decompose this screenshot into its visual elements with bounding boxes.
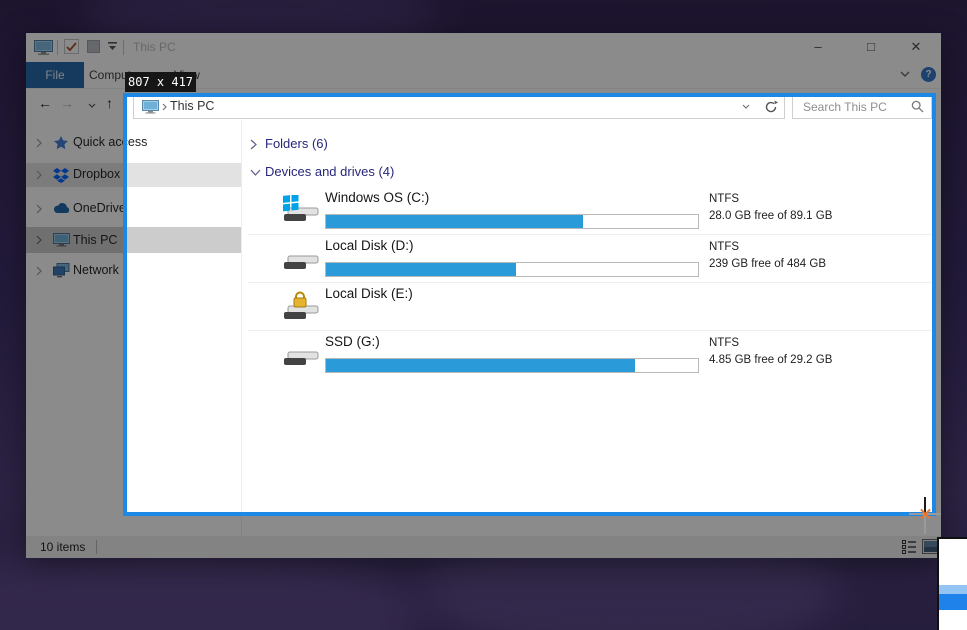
desktop-screen: This PC – □ ✕ File Computer View ? ← → ↑ [0,0,967,630]
popup-highlight-band [939,585,967,594]
selection-rectangle[interactable] [123,93,936,516]
dim-overlay-right [936,93,967,516]
dim-overlay-bottom [0,516,967,630]
corner-popup-window[interactable] [937,537,967,630]
dim-overlay-left [0,93,123,516]
popup-accent-band [939,594,967,610]
crosshair-cursor [924,514,926,534]
selection-size-tooltip: 807 x 417 [125,72,196,92]
